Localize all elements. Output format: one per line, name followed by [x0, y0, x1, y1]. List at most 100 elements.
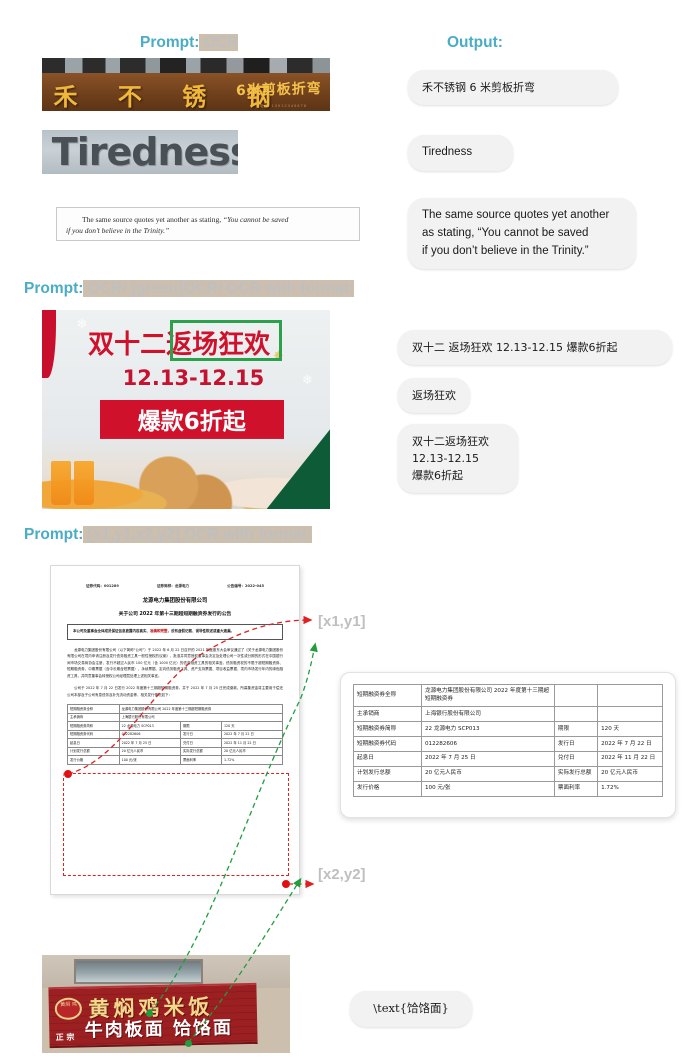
cell-r3c3: 发行日	[553, 736, 599, 753]
cell-r4c4: 2022 年 11 月 22 日	[597, 751, 663, 768]
doc-meta-2: 公告编号：2022-045	[227, 584, 265, 588]
scan-line-2: if you don’t believe in the Trinity.”	[66, 225, 170, 235]
table-row: 主承销商 上海银行股份有限公司	[353, 706, 663, 723]
announcement-document-image: 证券代码：001289 证券简称：龙源电力 公告编号：2022-045 龙源电力…	[50, 565, 300, 895]
output-bubble-2-2: 返场狂欢	[398, 378, 470, 414]
output-bubble-1-2: Tiredness	[408, 135, 513, 171]
prompt-text-1: OCR	[199, 34, 239, 51]
inner-r2c1: 短期融资券简称	[67, 721, 120, 731]
cell-r2c2: 22 龙源电力 SCP013	[420, 721, 555, 738]
restaurant-sign-image: 黄焖 鸡 黄焖鸡米饭 正 宗 牛肉板面 饸饹面	[42, 955, 290, 1053]
cell-r5c3: 实际发行总额	[553, 766, 599, 783]
cell-r1c1: 主承销商	[353, 706, 422, 723]
inner-r6c3: 票面利率	[180, 755, 222, 765]
inner-r6c4: 1.72%	[220, 755, 284, 765]
cell-r1c3	[553, 706, 599, 723]
table-row: 短期融资券代码 012282606 发行日 2022 年 7 月 22 日	[353, 736, 663, 753]
cell-r4c1: 起息日	[353, 751, 422, 768]
inner-r5c3: 实际发行总额	[180, 746, 222, 757]
doc-meta-1: 证券简称：龙源电力	[156, 584, 190, 588]
output-bubble-2-1: 双十二 返场狂欢 12.13-12.15 爆款6折起	[398, 330, 672, 366]
prompt-text-3: [x1,y1,x2,y2] OCR with format:	[83, 526, 312, 543]
cell-r0c1: 短期融资券全称	[353, 683, 422, 708]
output-bubble-1-3: The same source quotes yet another as st…	[408, 198, 636, 270]
cell-r6c2: 100 元/张	[420, 781, 555, 797]
inner-r0c2: 龙源电力集团股份有限公司 2022 年度第十三期超短期融资券	[118, 704, 284, 714]
snowflake-icon: ❄	[76, 315, 88, 331]
table-row: 发行价格 100 元/张 票面利率 1.72%	[67, 755, 284, 765]
cell-r5c4: 20 亿元人民币	[597, 766, 663, 783]
table-row: 起息日 2022 年 7 月 25 日兑付日 2022 年 11 月 22 日	[67, 738, 284, 748]
scan-line-1-italic: “You cannot be saved	[223, 215, 289, 224]
table-row: 计划发行总额 20 亿元人民币 实际发行总额 20 亿元人民币	[67, 746, 284, 757]
inner-r6c2: 100 元/张	[118, 755, 182, 765]
inner-r3c4: 2022 年 7 月 22 日	[220, 729, 284, 740]
inner-r5c1: 计划发行总额	[67, 746, 120, 757]
building-windows	[42, 58, 330, 74]
document-subtitle: 关于公司 2022 年第十三期超短期融资券发行的公告	[118, 612, 232, 617]
green-point-marker-bottom	[185, 1040, 192, 1047]
restaurant-logo-icon: 黄焖 鸡	[55, 997, 83, 1021]
document-title: 龙源电力集团股份有限公司	[142, 598, 208, 604]
inner-r6c1: 发行价格	[67, 755, 120, 765]
inner-r4c1: 起息日	[67, 738, 120, 748]
region-corner-marker-bottom-right	[282, 880, 290, 888]
signboard: 黄焖 鸡 黄焖鸡米饭 正 宗 牛肉板面 饸饹面	[48, 983, 259, 1049]
tiredness-sign-image: Tiredness	[42, 130, 238, 174]
inner-r3c2: 012282606	[118, 729, 182, 740]
promo-line-3: 爆款6折起	[137, 409, 246, 436]
doc-meta-0: 证券代码：001289	[85, 584, 119, 588]
inner-r2c2: 22 龙源电力 SCP013	[118, 721, 182, 731]
sign-small-text: 6米剪板折弯	[235, 81, 322, 100]
cell-r6c3: 票面利率	[553, 781, 599, 797]
document-notice-box: 本公司及董事会全体成员保证信息披露内容真实、准确和完整，没有虚假记载、误导性陈述…	[67, 624, 283, 640]
output-heading-label: Output:	[447, 34, 503, 51]
inner-r1c1: 主承销商	[67, 712, 120, 723]
cell-r2c4: 120 天	[597, 721, 663, 738]
red-corner-decoration	[42, 310, 57, 378]
notice-highlight: 准确和完整	[150, 629, 168, 633]
table-row: 短期融资券全称 龙源电力集团股份有限公司 2022 年度第十三期超短期融资券	[67, 704, 284, 714]
cell-r4c3: 兑付日	[553, 751, 599, 768]
promo-line-2: 12.13-12.15	[122, 365, 265, 390]
prompt-text-2: OCR/ [green]OCR/ OCR with format:	[83, 280, 354, 297]
document-inner-table: 短期融资券全称 龙源电力集团股份有限公司 2022 年度第十三期超短期融资券 主承…	[67, 704, 284, 765]
cell-r6c4: 1.72%	[597, 781, 663, 797]
table-row: 短期融资券全称 龙源电力集团股份有限公司 2022 年度第十三期超短期融资券	[353, 683, 663, 708]
sign-tiny-text: 电话 13912345678	[259, 102, 307, 108]
red-dashed-region-box	[63, 773, 289, 876]
coord-tag-x2y2: [x2,y2]	[318, 866, 366, 883]
screenshot-root: Prompt: OCR Output: 禾 不 锈 钢 6米剪板折弯 电话 13…	[0, 0, 700, 1057]
notice-line-3: 性陈述或重大遗漏。	[202, 629, 235, 633]
output-bubble-3-1: \text{饸饹面}	[350, 991, 472, 1027]
snowflake-icon-2: ❄	[301, 371, 313, 387]
signboard-badge: 正 宗	[56, 1033, 76, 1043]
inner-r0c1: 短期融资券全称	[67, 704, 120, 714]
kfc-promo-image: ❄ ✸ ❄ 双十二返场狂欢 12.13-12.15 爆款6折起	[42, 310, 330, 509]
inner-r2c4: 120 天	[220, 721, 284, 731]
inner-r4c3: 兑付日	[180, 738, 222, 748]
table-row: 计划发行总额 20 亿元人民币 实际发行总额 20 亿元人民币	[353, 766, 663, 783]
cell-r1c2: 上海银行股份有限公司	[420, 706, 555, 723]
cell-r4c2: 2022 年 7 月 25 日	[420, 751, 555, 768]
green-bounding-box	[170, 319, 283, 361]
document-paragraph-1: 龙源电力集团股份有限公司（以下简称“公司”）于 2022 年 6 月 22 日召…	[67, 647, 283, 678]
table-row: 主承销商 上海银行股份有限公司	[67, 712, 284, 723]
cell-r5c1: 计划发行总额	[353, 766, 422, 783]
table-row: 短期融资券简称 22 龙源电力 SCP013 期限 120 天	[67, 721, 284, 731]
inner-r5c4: 20 亿元人民币	[220, 746, 284, 757]
output-bubble-2-3: 双十二返场狂欢 12.13-12.15 爆款6折起	[398, 424, 518, 494]
cell-r5c2: 20 亿元人民币	[420, 766, 555, 783]
table-row: 发行价格 100 元/张 票面利率 1.72%	[353, 781, 663, 797]
cell-r3c1: 短期融资券代码	[353, 736, 422, 753]
cell-r3c4: 2022 年 7 月 22 日	[597, 736, 663, 753]
green-point-marker-top	[146, 1010, 153, 1017]
extracted-table-card: 短期融资券全称 龙源电力集团股份有限公司 2022 年度第十三期超短期融资券 主…	[340, 672, 676, 818]
table-row: 短期融资券简称 22 龙源电力 SCP013 期限 120 天	[353, 721, 663, 738]
cell-r3c2: 012282606	[420, 736, 555, 753]
coord-tag-x1y1: [x1,y1]	[318, 613, 366, 630]
prompt-heading-3: Prompt: [x1,y1,x2,y2] OCR with format:	[24, 526, 312, 544]
inner-r5c2: 20 亿元人民币	[118, 746, 182, 757]
inner-r3c3: 发行日	[180, 729, 222, 740]
inner-r4c2: 2022 年 7 月 25 日	[118, 738, 182, 748]
